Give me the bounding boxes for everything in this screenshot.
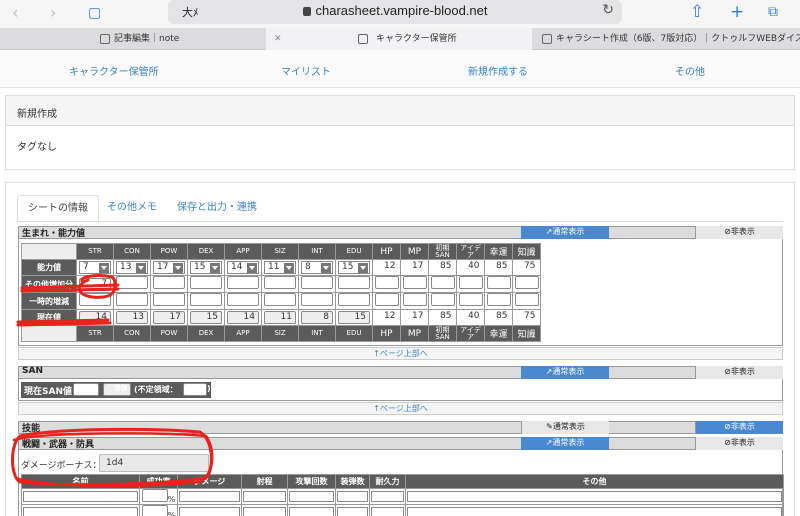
red-annotations bbox=[11, 274, 214, 488]
